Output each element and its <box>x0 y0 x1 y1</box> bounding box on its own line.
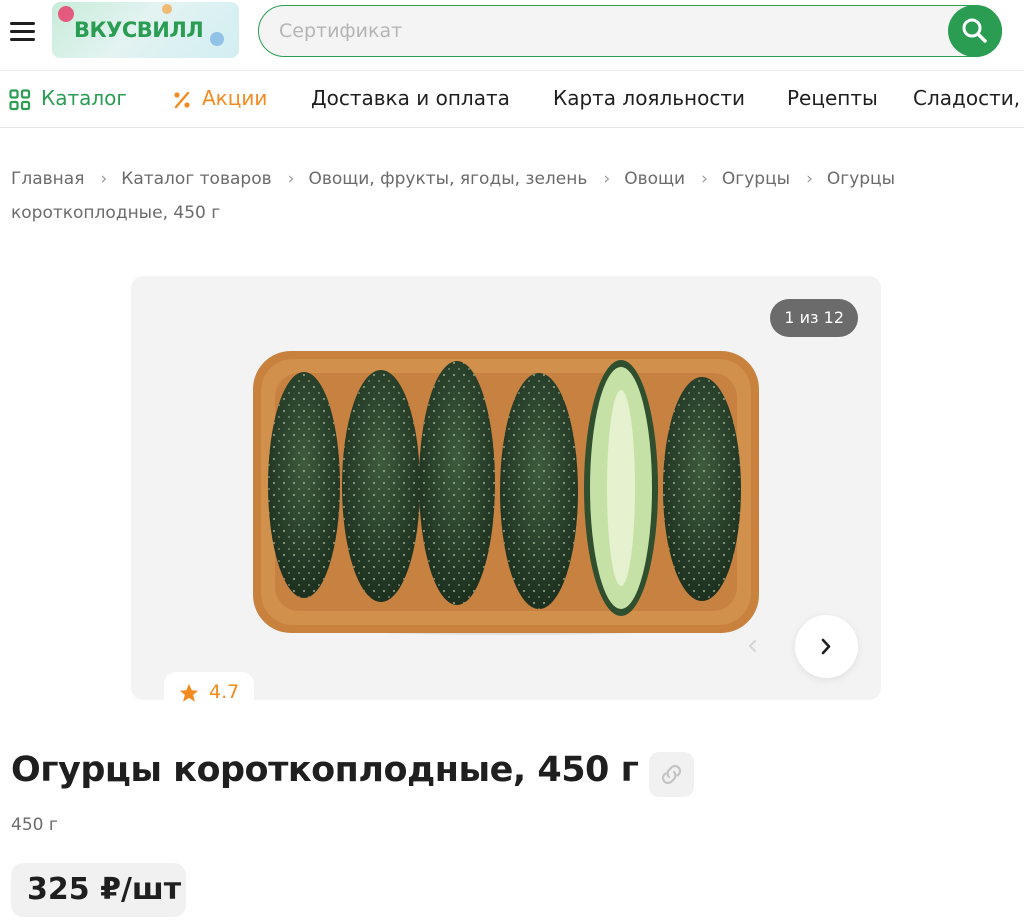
search-input[interactable] <box>279 16 939 46</box>
breadcrumb: Главная › Каталог товаров › Овощи, фрукты, я… <box>11 162 1011 230</box>
ornament-top <box>162 4 172 14</box>
nav-label: Акции <box>202 86 268 110</box>
nav-label: Каталог <box>41 86 127 110</box>
breadcrumb-item[interactable]: Главная <box>11 169 84 189</box>
hamburger-menu-icon[interactable] <box>10 20 36 42</box>
ornament-right <box>210 32 224 46</box>
next-image-button[interactable] <box>795 615 858 678</box>
chevron-right-icon: › <box>603 169 611 189</box>
breadcrumb-item[interactable]: Огурцы <box>722 169 790 189</box>
rating-badge[interactable]: 4.7 <box>164 672 254 712</box>
image-counter: 1 из 12 <box>770 299 858 337</box>
link-icon <box>661 764 682 785</box>
nav-item-sweets[interactable]: Сладости, <box>913 86 1020 110</box>
top-nav: Каталог Акции Доставка и оплата Карта ло… <box>0 70 1024 128</box>
nav-item-loyalty[interactable]: Карта лояльности <box>553 86 745 110</box>
header: ВКУСВИЛЛ <box>0 0 1024 66</box>
grid-icon <box>9 88 31 110</box>
rating-value: 4.7 <box>209 681 240 703</box>
search-bar <box>258 5 1002 57</box>
product-price: 325 ₽/шт <box>27 872 182 907</box>
logo-text: ВКУСВИЛЛ <box>74 18 204 42</box>
logo[interactable]: ВКУСВИЛЛ <box>52 2 239 58</box>
breadcrumb-item[interactable]: Каталог товаров <box>121 169 271 189</box>
chevron-right-icon: › <box>701 169 708 189</box>
product-image <box>253 351 759 635</box>
search-button[interactable] <box>948 5 1002 57</box>
star-icon <box>179 683 199 702</box>
product-gallery[interactable]: 1 из 12 <box>131 276 881 700</box>
chevron-right-icon: › <box>806 169 813 189</box>
breadcrumb-item[interactable]: Овощи <box>624 169 685 189</box>
product-weight: 450 г <box>11 815 58 835</box>
product-title: Огурцы короткоплодные, 450 г <box>11 750 639 790</box>
chevron-right-icon <box>821 638 831 655</box>
nav-item-delivery[interactable]: Доставка и оплата <box>311 86 510 110</box>
prev-image-button[interactable] <box>741 634 765 658</box>
nav-item-recipes[interactable]: Рецепты <box>787 86 878 110</box>
percent-icon <box>174 91 190 108</box>
chevron-right-icon: › <box>287 169 295 189</box>
search-icon <box>962 18 987 43</box>
chevron-left-icon <box>749 640 756 652</box>
breadcrumb-item[interactable]: Овощи, фрукты, ягоды, зелень <box>308 169 587 189</box>
price-badge: 325 ₽/шт <box>11 863 186 917</box>
ornament-left <box>58 6 74 22</box>
copy-link-button[interactable] <box>649 752 694 797</box>
chevron-right-icon: › <box>100 169 108 189</box>
nav-item-catalog[interactable]: Каталог <box>9 86 127 111</box>
nav-item-promo[interactable]: Акции <box>172 86 267 110</box>
